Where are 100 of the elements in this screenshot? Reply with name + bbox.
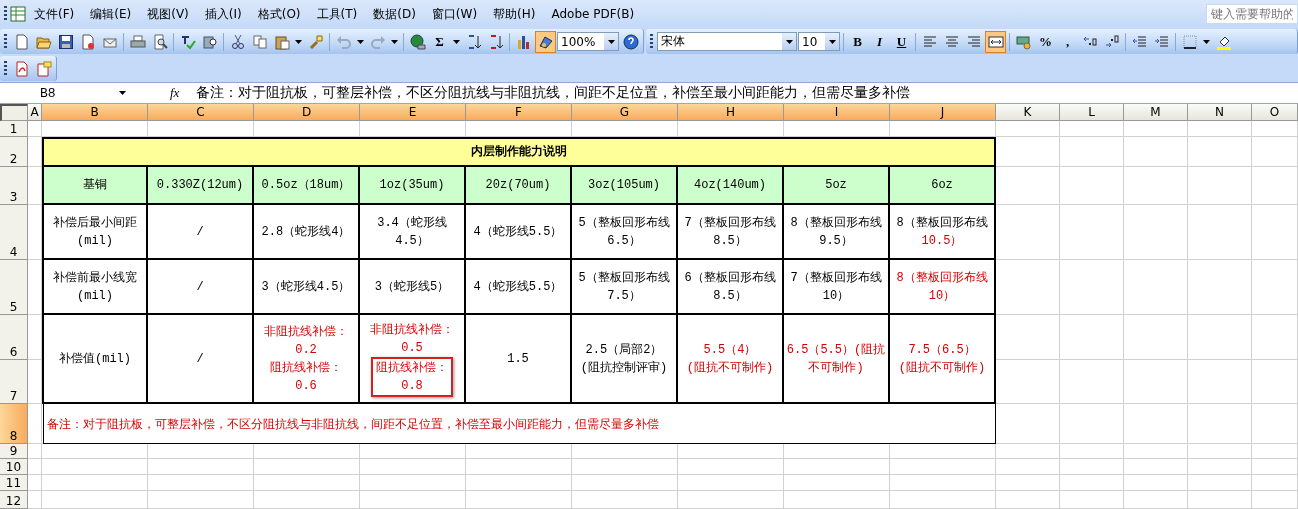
percent-button[interactable]: %	[1035, 30, 1056, 53]
comma-button[interactable]: ,	[1057, 30, 1078, 53]
cell-text: 10）	[928, 287, 956, 305]
formula-field[interactable]: 备注：对于阻抗板，可整层补偿，不区分阻抗线与非阻抗线，间距不足位置，补偿至最小间距能力，但需尽量多补偿	[196, 84, 910, 102]
row-header[interactable]: 9	[0, 444, 28, 459]
row-header[interactable]: 7	[0, 360, 28, 404]
italic-button[interactable]: I	[869, 30, 890, 53]
cell-text: 2.8（蛇形线4）	[261, 223, 351, 241]
dropdown-caret-icon[interactable]	[453, 39, 460, 44]
redo-icon	[369, 33, 386, 50]
merge-center-button[interactable]	[985, 30, 1006, 53]
column-header[interactable]: C	[148, 104, 254, 121]
column-header[interactable]: F	[466, 104, 572, 121]
menu-item[interactable]: 数据(D)	[365, 2, 424, 26]
drawing-button[interactable]	[535, 30, 556, 53]
column-header[interactable]: D	[254, 104, 360, 121]
align-right-icon	[965, 33, 982, 50]
cell-text: 4.5）	[395, 232, 429, 250]
row-header[interactable]: 11	[0, 475, 28, 491]
insert-function-button[interactable]: fx	[170, 85, 192, 101]
autosum-button[interactable]: Σ	[429, 30, 450, 53]
header-text: 基铜	[83, 177, 107, 194]
dropdown-caret-icon[interactable]	[1203, 39, 1210, 44]
column-header[interactable]: B	[42, 104, 148, 121]
dropdown-caret-icon[interactable]	[295, 39, 302, 44]
row-header[interactable]: 2	[0, 137, 28, 167]
print-preview-icon	[151, 33, 168, 50]
save-icon	[57, 33, 74, 50]
header-text: 6oz	[931, 177, 953, 194]
dropdown-caret-icon[interactable]	[391, 39, 398, 44]
menu-item[interactable]: 插入(I)	[196, 2, 250, 26]
column-header[interactable]: G	[572, 104, 678, 121]
paste-icon	[273, 33, 290, 50]
bold-button[interactable]: B	[847, 30, 868, 53]
menu-item[interactable]: 帮助(H)	[485, 2, 544, 26]
cell-text: (mil)	[77, 287, 113, 305]
cell-text: 3（蛇形线5）	[374, 278, 450, 296]
font-dropdown[interactable]: 宋体	[657, 32, 797, 51]
column-header[interactable]: H	[678, 104, 784, 121]
row-header[interactable]: 6	[0, 315, 28, 360]
underline-button[interactable]: U	[891, 30, 912, 53]
cell-text: 补偿前最小线宽	[53, 269, 137, 287]
dropdown-caret-icon[interactable]	[607, 39, 615, 44]
cell-text: 补偿值(mil)	[59, 350, 131, 368]
cell-text: (阻抗控制评审)	[580, 359, 668, 377]
cell-text: 3.4（蛇形线	[377, 214, 447, 232]
pdf-comment-icon	[35, 60, 52, 77]
column-header[interactable]: N	[1188, 104, 1252, 121]
header-text: 1oz(35um)	[379, 177, 445, 194]
zoom-dropdown[interactable]: 100%	[557, 32, 619, 51]
cell-text: 6.5（5.5）(阻抗	[786, 341, 886, 359]
header-text: 20z(70um)	[485, 177, 551, 194]
font-size-dropdown[interactable]: 10	[798, 32, 840, 51]
cell-text: 0.8	[401, 377, 423, 395]
cell-text: 1.5	[507, 350, 529, 368]
row-header[interactable]: 8	[0, 404, 28, 444]
menu-item[interactable]: Adobe PDF(B)	[543, 4, 643, 24]
borders-icon	[1181, 33, 1198, 50]
cell-text: 0.2	[295, 341, 317, 359]
menu-item[interactable]: 文件(F)	[26, 2, 83, 26]
menu-item[interactable]: 工具(T)	[308, 2, 366, 26]
help-icon	[622, 33, 639, 50]
menu-item[interactable]: 窗口(W)	[423, 2, 486, 26]
column-header[interactable]: L	[1060, 104, 1124, 121]
row-header[interactable]: 1	[0, 121, 28, 137]
research-icon	[201, 33, 218, 50]
dropdown-caret-icon[interactable]	[357, 39, 364, 44]
column-header[interactable]: K	[996, 104, 1060, 121]
format-painter-icon	[307, 33, 324, 50]
bar-chart-icon	[515, 33, 532, 50]
permission-icon	[79, 33, 96, 50]
row-header[interactable]: 3	[0, 167, 28, 205]
dropdown-caret-icon[interactable]	[828, 39, 836, 44]
merge-center-icon	[987, 33, 1004, 50]
note-text: 备注：对于阻抗板，可整层补偿，不区分阻抗线与非阻抗线，间距不足位置，补偿至最小间距能力，但需尽量多补偿	[47, 417, 659, 433]
cell-text: 6（整板回形布线	[684, 269, 776, 287]
column-header[interactable]: O	[1252, 104, 1298, 121]
dropdown-caret-icon[interactable]	[785, 39, 793, 44]
cell-text: 阻抗线补偿：	[376, 359, 448, 377]
decrease-indent-icon	[1131, 33, 1148, 50]
column-header[interactable]: A	[28, 104, 42, 121]
align-center-icon	[943, 33, 960, 50]
cell-text: (阻抗不可制作)	[686, 359, 774, 377]
select-all-button[interactable]	[0, 104, 28, 121]
column-header[interactable]: E	[360, 104, 466, 121]
row-header[interactable]: 10	[0, 459, 28, 475]
cell-text: 8.5）	[713, 287, 747, 305]
column-header[interactable]: J	[890, 104, 996, 121]
cell-text: 0.6	[295, 377, 317, 395]
menu-item[interactable]: 格式(O)	[249, 2, 309, 26]
row-header[interactable]: 4	[0, 205, 28, 260]
menu-item[interactable]: 视图(V)	[139, 2, 197, 26]
table-title: 内层制作能力说明	[471, 144, 567, 161]
dropdown-caret-icon[interactable]	[119, 91, 126, 95]
row-header[interactable]: 12	[0, 491, 28, 509]
column-header[interactable]: M	[1124, 104, 1188, 121]
column-header[interactable]: I	[784, 104, 890, 121]
row-header[interactable]: 5	[0, 260, 28, 315]
menu-item[interactable]: 编辑(E)	[82, 2, 140, 26]
header-text: 0.330Z(12um)	[156, 177, 244, 194]
